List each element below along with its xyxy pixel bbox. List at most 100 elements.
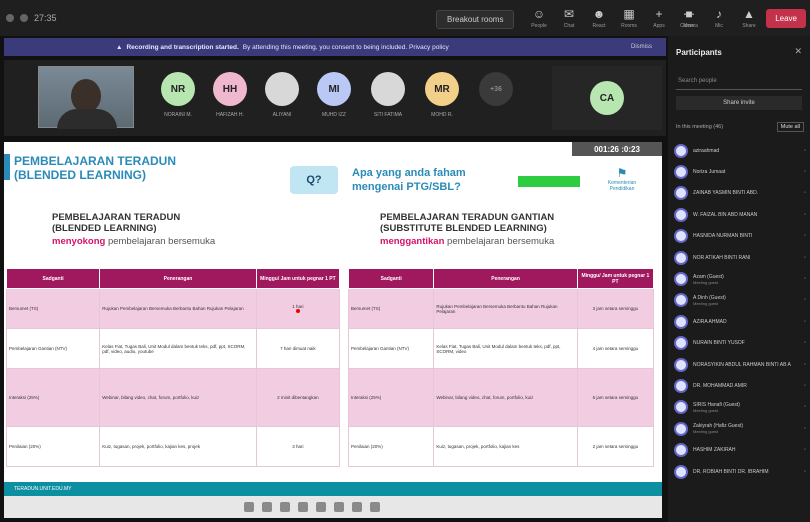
participant-name: Zakiyrah (Hafiz Guest) Meeting guest [693, 423, 793, 434]
avatar [674, 464, 688, 479]
participant-tile[interactable]: MR MOHD R. [420, 68, 464, 124]
participant-name: NORAINI M. [164, 112, 192, 118]
participant-row[interactable]: NURAIN BINTI YUSOF ◦ [674, 333, 808, 354]
toolbar-label: Apps [653, 23, 665, 29]
self-video-tile[interactable] [38, 66, 134, 129]
leave-button[interactable]: Leave [766, 9, 806, 28]
table-row: Bersumet (TS) Rujukan Pembelajaran Bersem… [5, 288, 341, 329]
reactions-button[interactable]: ☻ React [586, 4, 612, 32]
participant-tile[interactable]: HH HAFIZAH H. [208, 68, 252, 124]
chat-icon: ✉ [563, 7, 575, 21]
mic-muted-icon: ◦ [803, 447, 806, 454]
search-input[interactable]: Search people [676, 78, 802, 90]
camera-button[interactable]: ■ Camera [676, 4, 702, 32]
people-button[interactable]: ☺ People [526, 4, 552, 32]
participants-panel: Participants ✕ Search people Share invit… [668, 36, 810, 522]
participant-tile-ca[interactable]: CA [552, 66, 662, 130]
right-description: menggantikan pembelajaran bersemuka [380, 236, 554, 247]
participant-row[interactable]: Noriza Jumaat ◦ [674, 161, 808, 182]
taskbar-icon[interactable] [280, 502, 290, 512]
avatar: HH [213, 72, 247, 106]
apps-button[interactable]: + Apps [646, 4, 672, 32]
close-icon[interactable]: ✕ [794, 46, 802, 57]
participant-row[interactable]: ZAINAB YASMIN BINTI ABD. ◦ [674, 183, 808, 204]
avatar [674, 143, 688, 158]
avatar [674, 421, 688, 436]
table-cell-text: 6 jam setara seminggu [592, 395, 639, 400]
table-cell: Interaksi (25%) [347, 368, 435, 427]
participant-row[interactable]: HASHIM ZAKIRAH ◦ [674, 439, 808, 460]
participant-row[interactable]: DR. ROBIAH BINTI DR. IBRAHIM ◦ [674, 461, 808, 482]
toolbar-label: Rooms [621, 23, 637, 29]
breakout-rooms-button[interactable]: Breakout rooms [436, 10, 515, 29]
participant-tile[interactable]: MI MUHD IZZ [312, 68, 356, 124]
question-text: Apa yang anda faham mengenai PTG/SBL? [352, 166, 466, 194]
participant-row[interactable]: NOR ATIKAH BINTI RANI ◦ [674, 247, 808, 268]
taskbar-icon[interactable] [352, 502, 362, 512]
participant-row[interactable]: A Dinh (Guest) Meeting guest ◦ [674, 290, 808, 311]
dismiss-button[interactable]: Dismiss [631, 44, 652, 50]
table-cell-text: 1 hari [292, 303, 304, 309]
mute-all-button[interactable]: Mute all [776, 122, 804, 132]
column-header: Sadganti [347, 268, 435, 289]
mic-muted-icon: ◦ [803, 147, 806, 154]
avatar: +36 [479, 72, 513, 106]
column-header: Penerangan [99, 268, 257, 289]
participant-name: MUHD IZZ [322, 112, 346, 118]
taskbar [4, 496, 662, 518]
rooms-button[interactable]: ▦ Rooms [616, 4, 642, 32]
share-invite-button[interactable]: Share invite [676, 96, 802, 110]
toolbar-label: Chat [563, 23, 575, 29]
left-description: menyokong pembelajaran bersemuka [52, 236, 215, 247]
participant-name-text: ZAINAB YASMIN BINTI ABD. [693, 190, 759, 197]
right-subtitle-line1: PEMBELAJARAN TERADUN GANTIAN [380, 212, 555, 223]
participant-row[interactable]: Zakiyrah (Hafiz Guest) Meeting guest ◦ [674, 418, 808, 439]
participant-tile[interactable]: ALIYANI [260, 68, 304, 124]
taskbar-icon[interactable] [298, 502, 308, 512]
table-cell: Kuiz, tugasan, projek, portfolio, kajian… [99, 426, 257, 467]
share-icon: ▲ [743, 7, 755, 21]
participant-tile[interactable]: SITI FATIMA [366, 68, 410, 124]
participant-row[interactable]: W. FAIZAL BIN ABD MANAN ◦ [674, 204, 808, 225]
right-subtitle: PEMBELAJARAN TERADUN GANTIAN (SUBSTITUTE… [380, 212, 554, 234]
participant-name: A Dinh (Guest) Meeting guest [693, 295, 793, 306]
participant-row[interactable]: HASNIDA NURMAN BINTI ◦ [674, 226, 808, 247]
participant-name: HASHIM ZAKIRAH [693, 447, 793, 453]
table-cell-text: 4 jam setara seminggu [592, 346, 639, 351]
participant-tile[interactable]: NR NORAINI M. [156, 68, 200, 124]
right-rest: pembelajaran bersemuka [444, 236, 555, 247]
participant-row[interactable]: NORASYIKIN ABDUL RAHMAN BINTI AB A ◦ [674, 354, 808, 375]
participant-row[interactable]: AZIRA AHMAD ◦ [674, 311, 808, 332]
avatar [674, 293, 688, 308]
table-cell: 3 jam setara seminggu [576, 288, 655, 329]
avatar [674, 165, 688, 180]
taskbar-icon[interactable] [244, 502, 254, 512]
participants-section-header: In this meeting (46) [676, 124, 724, 130]
taskbar-icon[interactable] [316, 502, 326, 512]
left-subtitle-line2: (BLENDED LEARNING) [52, 223, 157, 234]
participant-row[interactable]: aziraahmad ◦ [674, 140, 808, 161]
participant-name: Noriza Jumaat [693, 169, 793, 175]
meeting-timer: 27:35 [34, 13, 57, 23]
taskbar-icon[interactable] [334, 502, 344, 512]
taskbar-icon[interactable] [370, 502, 380, 512]
participant-name-text: SIRIS Hanafi (Guest) [693, 401, 740, 408]
red-dot-icon [295, 308, 300, 313]
mic-button[interactable]: ♪ Mic [706, 4, 732, 32]
participant-name-text: Noriza Jumaat [693, 169, 726, 176]
participant-row[interactable]: DR. MOHAMMAD AMIR ◦ [674, 375, 808, 396]
table-cell: 2 jam setara seminggu [576, 426, 655, 467]
participant-row[interactable]: SIRIS Hanafi (Guest) Meeting guest ◦ [674, 397, 808, 418]
mic-muted-icon: ◦ [803, 340, 806, 347]
participant-name-text: AZIRA AHMAD [693, 318, 727, 325]
table-row: Interaksi (25%) Webinar, bilang video, ch… [5, 368, 341, 427]
participant-name-text: DR. MOHAMMAD AMIR [693, 382, 747, 389]
participant-row[interactable]: Azam (Guest) Meeting guest ◦ [674, 268, 808, 289]
participant-name: NURAIN BINTI YUSOF [693, 340, 793, 346]
taskbar-icon[interactable] [262, 502, 272, 512]
mic-muted-icon: ◦ [803, 276, 806, 283]
chat-button[interactable]: ✉ Chat [556, 4, 582, 32]
participant-tile[interactable]: +36 [474, 68, 518, 124]
share-button[interactable]: ▲ Share [736, 4, 762, 32]
mic-muted-icon: ◦ [803, 297, 806, 304]
